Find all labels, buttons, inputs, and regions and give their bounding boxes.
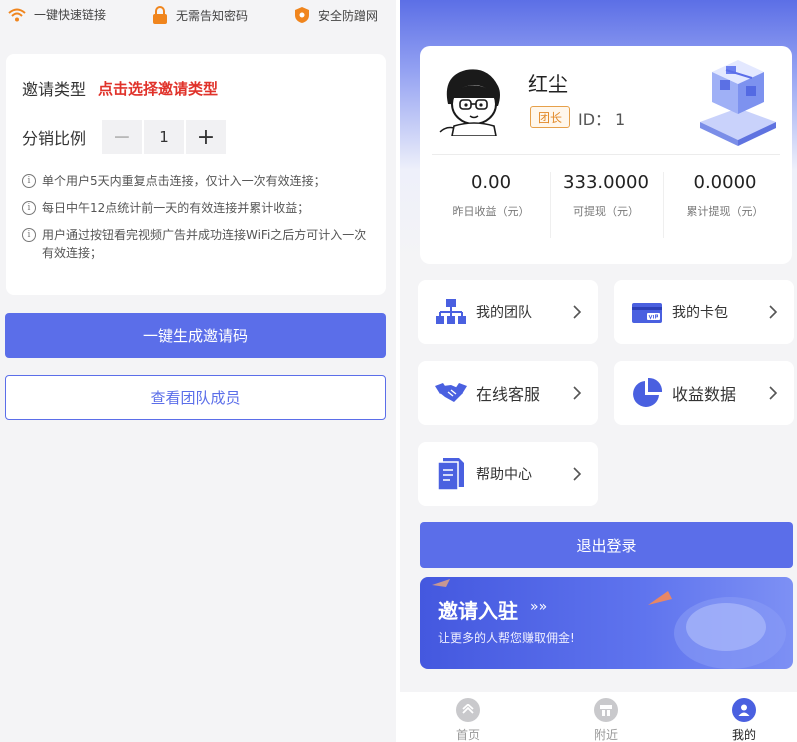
note-item: i 每日中午12点统计前一天的有效连接并累计收益； <box>22 199 378 217</box>
role-badge: 团长 <box>530 106 570 128</box>
invite-settings-card: 邀请类型 点击选择邀请类型 分销比例 − 1 + i 单个用户5天内重复点击连接… <box>6 54 386 295</box>
divider <box>663 172 664 238</box>
menu-online-service[interactable]: 在线客服 <box>418 361 598 425</box>
stat-label: 可提现（元） <box>573 205 639 218</box>
tab-home[interactable]: 首页 <box>438 698 498 742</box>
note-text: 每日中午12点统计前一天的有效连接并累计收益； <box>42 201 310 215</box>
stat-value: 0.00 <box>470 172 512 193</box>
stat-label: 累计提现（元） <box>686 205 764 218</box>
stat-total-withdrawn: 0.0000 累计提现（元） <box>666 172 784 219</box>
rules-notes: i 单个用户5天内重复点击连接，仅计入一次有效连接； i 每日中午12点统计前一… <box>22 172 378 271</box>
tab-mine[interactable]: 我的 <box>714 698 774 742</box>
chevron-right-icon <box>573 305 582 319</box>
note-text: 用户通过按钮看完视频广告并成功连接WiFi之后方可计入一次有效连接； <box>42 228 367 260</box>
info-icon: i <box>22 228 36 242</box>
feature-label: 安全防蹭网 <box>318 8 379 23</box>
user-id-value: 1 <box>615 110 626 129</box>
tab-label: 首页 <box>455 728 480 742</box>
user-id: ID： 1 <box>578 106 625 130</box>
menu-income-data[interactable]: 收益数据 <box>614 361 794 425</box>
chevron-right-icon <box>573 467 582 481</box>
feature-no-password: 无需告知密码 <box>152 6 248 24</box>
chevron-right-icon <box>769 305 778 319</box>
invite-type-select[interactable]: 点击选择邀请类型 <box>98 78 218 99</box>
document-icon <box>434 457 468 491</box>
menu-label: 我的卡包 <box>672 305 728 321</box>
chevron-right-icon <box>769 386 778 400</box>
avatar <box>439 69 500 136</box>
menu-my-card-pack[interactable]: 我的卡包 <box>614 280 794 344</box>
profile-page: 红尘 团长 ID：1 0.00 昨日收益（元） 333.0000 可提现（元） <box>400 0 797 742</box>
user-icon <box>732 698 756 722</box>
menu-my-team[interactable]: 我的团队 <box>418 280 598 344</box>
feature-anti-leech: 安全防蹭网 <box>294 6 378 24</box>
tab-label: 我的 <box>731 728 756 742</box>
handshake-icon <box>434 376 468 410</box>
banner-arrow: »» <box>530 599 548 615</box>
bottom-tab-bar: 首页 附近 我的 <box>400 692 797 742</box>
profile-card: 红尘 团长 ID：1 0.00 昨日收益（元） 333.0000 可提现（元） <box>420 46 792 264</box>
feature-label: 无需告知密码 <box>176 8 249 23</box>
nearby-icon <box>594 698 618 722</box>
stat-value: 0.0000 <box>693 172 757 193</box>
view-team-members-button[interactable]: 查看团队成员 <box>5 375 386 420</box>
banner-subtitle: 让更多的人帮您赚取佣金! <box>438 631 575 645</box>
note-text: 单个用户5天内重复点击连接，仅计入一次有效连接； <box>42 174 326 188</box>
divider <box>432 154 780 155</box>
tab-label: 附近 <box>593 728 618 742</box>
stat-yesterday-income: 0.00 昨日收益（元） <box>432 172 550 219</box>
feature-bar: 一键快速链接 无需告知密码 安全防蹭网 <box>0 0 396 28</box>
user-name: 红尘 <box>528 72 568 96</box>
feature-quick-connect: 一键快速链接 <box>8 6 106 23</box>
vip-card-icon <box>630 295 664 329</box>
invite-banner[interactable]: 邀请入驻 »» 让更多的人帮您赚取佣金! <box>420 577 793 669</box>
decrement-button[interactable]: − <box>102 120 143 154</box>
chevron-right-icon <box>573 386 582 400</box>
stat-value: 333.0000 <box>563 172 649 193</box>
menu-help-center[interactable]: 帮助中心 <box>418 442 598 506</box>
ratio-stepper: − 1 + <box>102 120 227 154</box>
stat-withdrawable: 333.0000 可提现（元） <box>547 172 665 219</box>
wifi-icon <box>8 8 26 21</box>
menu-label: 我的团队 <box>476 305 532 321</box>
shield-icon <box>295 7 309 23</box>
stat-label: 昨日收益（元） <box>452 205 530 218</box>
user-id-label: ID： <box>578 110 612 129</box>
home-icon <box>456 698 480 722</box>
info-icon: i <box>22 174 36 188</box>
note-item: i 单个用户5天内重复点击连接，仅计入一次有效连接； <box>22 172 378 190</box>
menu-label: 收益数据 <box>672 385 737 404</box>
logout-button[interactable]: 退出登录 <box>420 522 793 568</box>
menu-label: 在线客服 <box>476 385 541 404</box>
feature-label: 一键快速链接 <box>34 8 107 22</box>
invite-type-label: 邀请类型 <box>22 80 87 99</box>
ratio-row: 分销比例 − 1 + <box>22 120 227 154</box>
pie-chart-icon <box>630 376 664 410</box>
team-icon <box>434 295 468 329</box>
info-icon: i <box>22 201 36 215</box>
invite-type-row: 邀请类型 点击选择邀请类型 <box>22 76 218 100</box>
banner-title: 邀请入驻 <box>438 599 518 623</box>
tab-nearby[interactable]: 附近 <box>576 698 636 742</box>
generate-invite-code-button[interactable]: 一键生成邀请码 <box>5 313 386 358</box>
invite-panel: 一键快速链接 无需告知密码 安全防蹭网 邀请类型 点击选择邀请类型 分销比例 − <box>0 0 396 742</box>
note-item: i 用户通过按钮看完视频广告并成功连接WiFi之后方可计入一次有效连接； <box>22 226 378 262</box>
menu-label: 帮助中心 <box>476 467 532 483</box>
lock-icon <box>153 6 167 24</box>
increment-button[interactable]: + <box>186 120 227 154</box>
ratio-label: 分销比例 <box>22 129 87 148</box>
ratio-value[interactable]: 1 <box>144 120 185 154</box>
cubes-illustration-icon <box>700 60 776 146</box>
